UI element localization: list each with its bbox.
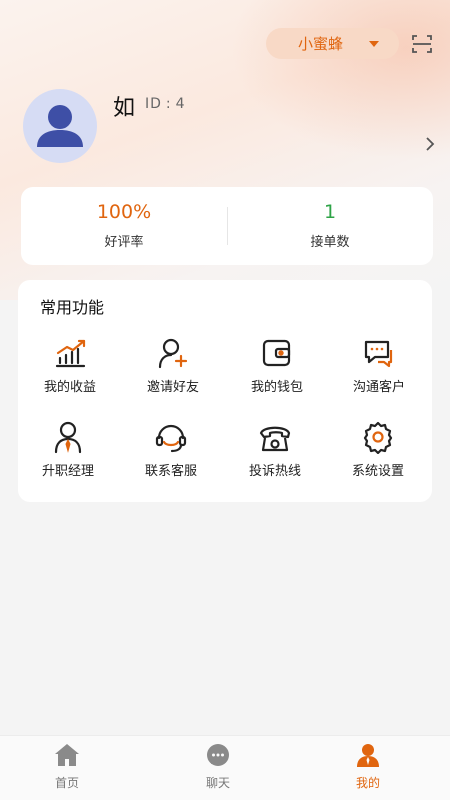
role-select[interactable]: 小蜜蜂: [266, 28, 399, 59]
manager-promotion-icon: [54, 421, 82, 454]
tab-profile-label: 我的: [355, 776, 380, 790]
scan-icon[interactable]: [412, 34, 432, 54]
func-system-settings[interactable]: 系统设置: [328, 420, 428, 490]
chat-icon: [207, 744, 229, 766]
stats-card: 100% 好评率 1 接单数: [21, 187, 433, 265]
wallet-icon: [262, 339, 291, 367]
role-select-value: 小蜜蜂: [297, 35, 343, 53]
func-label: 沟通客户: [352, 380, 405, 395]
functions-card: 常用功能 我的收益 邀请好友 我的钱包 沟通客户 升职经理 联系客服 投诉热线 …: [18, 280, 432, 502]
home-icon: [55, 744, 79, 766]
func-label: 联系客服: [144, 464, 197, 479]
user-avatar-icon: [37, 105, 83, 147]
settings-gear-icon: [363, 421, 393, 454]
stat-rating-label: 好评率: [104, 235, 144, 250]
tab-chat-label: 聊天: [205, 776, 230, 790]
func-promote-manager[interactable]: 升职经理: [18, 420, 118, 490]
chat-customer-icon: [364, 340, 393, 368]
chevron-right-icon[interactable]: [424, 136, 436, 152]
func-label: 投诉热线: [248, 464, 301, 479]
func-contact-customer[interactable]: 沟通客户: [329, 336, 429, 406]
tab-home[interactable]: 首页: [27, 742, 107, 791]
tab-profile[interactable]: 我的: [328, 742, 408, 791]
func-contact-support[interactable]: 联系客服: [121, 420, 221, 490]
func-my-income[interactable]: 我的收益: [20, 336, 120, 406]
func-complaint-hotline[interactable]: 投诉热线: [225, 420, 325, 490]
user-id: ID:4: [145, 96, 186, 112]
tab-home-label: 首页: [54, 776, 79, 790]
tab-chat[interactable]: 聊天: [178, 742, 258, 791]
stat-orders-value: 1: [323, 201, 337, 223]
stat-orders-label: 接单数: [310, 235, 350, 250]
invite-user-icon: [158, 338, 188, 369]
phone-icon: [259, 426, 291, 452]
user-id-value: 4: [175, 96, 186, 112]
income-chart-icon: [55, 339, 86, 368]
profile-icon: [357, 744, 379, 767]
caret-down-icon: [369, 41, 379, 47]
func-invite-friends[interactable]: 邀请好友: [123, 336, 223, 406]
func-label: 我的钱包: [250, 380, 303, 395]
stat-rating-value: 100%: [96, 201, 152, 223]
func-label: 升职经理: [41, 464, 94, 479]
user-id-separator: :: [165, 96, 172, 112]
func-my-wallet[interactable]: 我的钱包: [227, 336, 327, 406]
nickname: 如: [113, 96, 136, 121]
func-label: 我的收益: [43, 380, 96, 395]
bottom-tab-bar: 首页 聊天 我的: [0, 735, 450, 800]
func-label: 系统设置: [351, 464, 404, 479]
functions-title: 常用功能: [40, 298, 105, 317]
customer-service-headset-icon: [155, 424, 187, 453]
avatar[interactable]: [23, 89, 97, 163]
stat-orders[interactable]: 1 接单数: [227, 187, 433, 265]
stat-rating[interactable]: 100% 好评率: [21, 187, 227, 265]
user-id-label: ID: [145, 96, 162, 112]
func-label: 邀请好友: [146, 380, 199, 395]
